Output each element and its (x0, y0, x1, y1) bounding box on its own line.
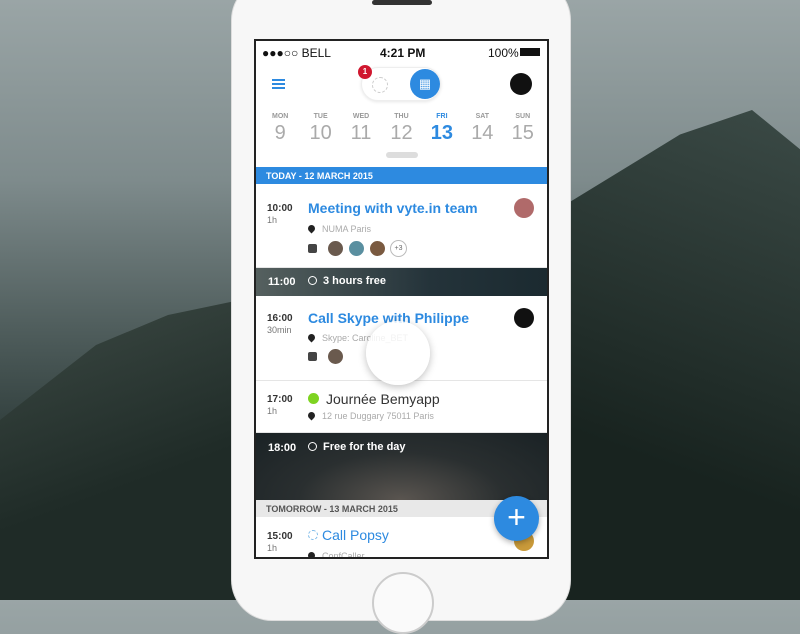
avatar (369, 240, 386, 257)
day-thu[interactable]: THU 12 (381, 113, 421, 145)
day-sat[interactable]: SAT 14 (462, 113, 502, 145)
location-pin-icon (306, 223, 317, 234)
home-button[interactable] (372, 572, 434, 634)
availability-icon[interactable] (372, 77, 388, 93)
section-header-today: TODAY - 12 MARCH 2015 (256, 167, 547, 184)
people-icon (308, 244, 317, 253)
event-card[interactable]: 17:00 1h Journée Bemyapp 12 rue Duggary … (256, 381, 547, 433)
day-sun[interactable]: SUN 15 (503, 113, 543, 145)
day-fri[interactable]: FRI 13 (422, 113, 462, 145)
event-title: Call Popsy (322, 527, 389, 543)
background-mountain-left (0, 300, 240, 600)
profile-avatar[interactable] (510, 73, 532, 95)
week-strip: MON 9 TUE 10 WED 11 THU 12 FRI 13 SAT 14 SUN 15 (256, 113, 547, 145)
event-title: Meeting with vyte.in team (308, 200, 478, 216)
calendar-icon[interactable]: ▦ (410, 69, 440, 99)
day-tue[interactable]: TUE 10 (301, 113, 341, 145)
carrier: ●●●○○ BELL (262, 46, 331, 60)
people-icon (308, 352, 317, 361)
menu-icon[interactable] (272, 79, 285, 89)
app-screen: ●●●○○ BELL 4:21 PM 100% ▦ 1 MON 9 TUE 10 W… (254, 39, 549, 559)
more-participants: +3 (390, 240, 407, 257)
status-dot (308, 393, 319, 404)
add-event-button[interactable]: + (494, 496, 539, 541)
notification-badge: 1 (358, 65, 372, 79)
location-pin-icon (306, 410, 317, 421)
battery-icon (520, 48, 540, 56)
organizer-avatar (514, 308, 534, 328)
avatar (327, 348, 344, 365)
event-card[interactable]: 10:00 1h Meeting with vyte.in team NUMA … (256, 184, 547, 268)
view-toggle[interactable]: ▦ (361, 67, 441, 101)
clock-icon (308, 276, 317, 285)
avatar (348, 240, 365, 257)
drag-handle[interactable] (386, 152, 418, 158)
participants: +3 (308, 240, 407, 257)
location-pin-icon (306, 332, 317, 343)
location-pin-icon (306, 550, 317, 557)
availability-icon (308, 530, 318, 540)
touch-indicator (366, 321, 430, 385)
participants (308, 348, 344, 365)
avatar (327, 240, 344, 257)
background-mountain-right (560, 110, 800, 600)
status-bar: ●●●○○ BELL 4:21 PM 100% (256, 41, 547, 63)
free-slot[interactable]: 18:00 Free for the day (256, 433, 547, 500)
day-mon[interactable]: MON 9 (260, 113, 300, 145)
organizer-avatar (514, 198, 534, 218)
phone-speaker (372, 0, 432, 5)
event-title: Journée Bemyapp (326, 391, 440, 407)
day-wed[interactable]: WED 11 (341, 113, 381, 145)
free-slot[interactable]: 11:00 3 hours free (256, 268, 547, 296)
clock-icon (308, 442, 317, 451)
clock: 4:21 PM (380, 46, 426, 60)
battery-level: 100% (488, 46, 519, 60)
